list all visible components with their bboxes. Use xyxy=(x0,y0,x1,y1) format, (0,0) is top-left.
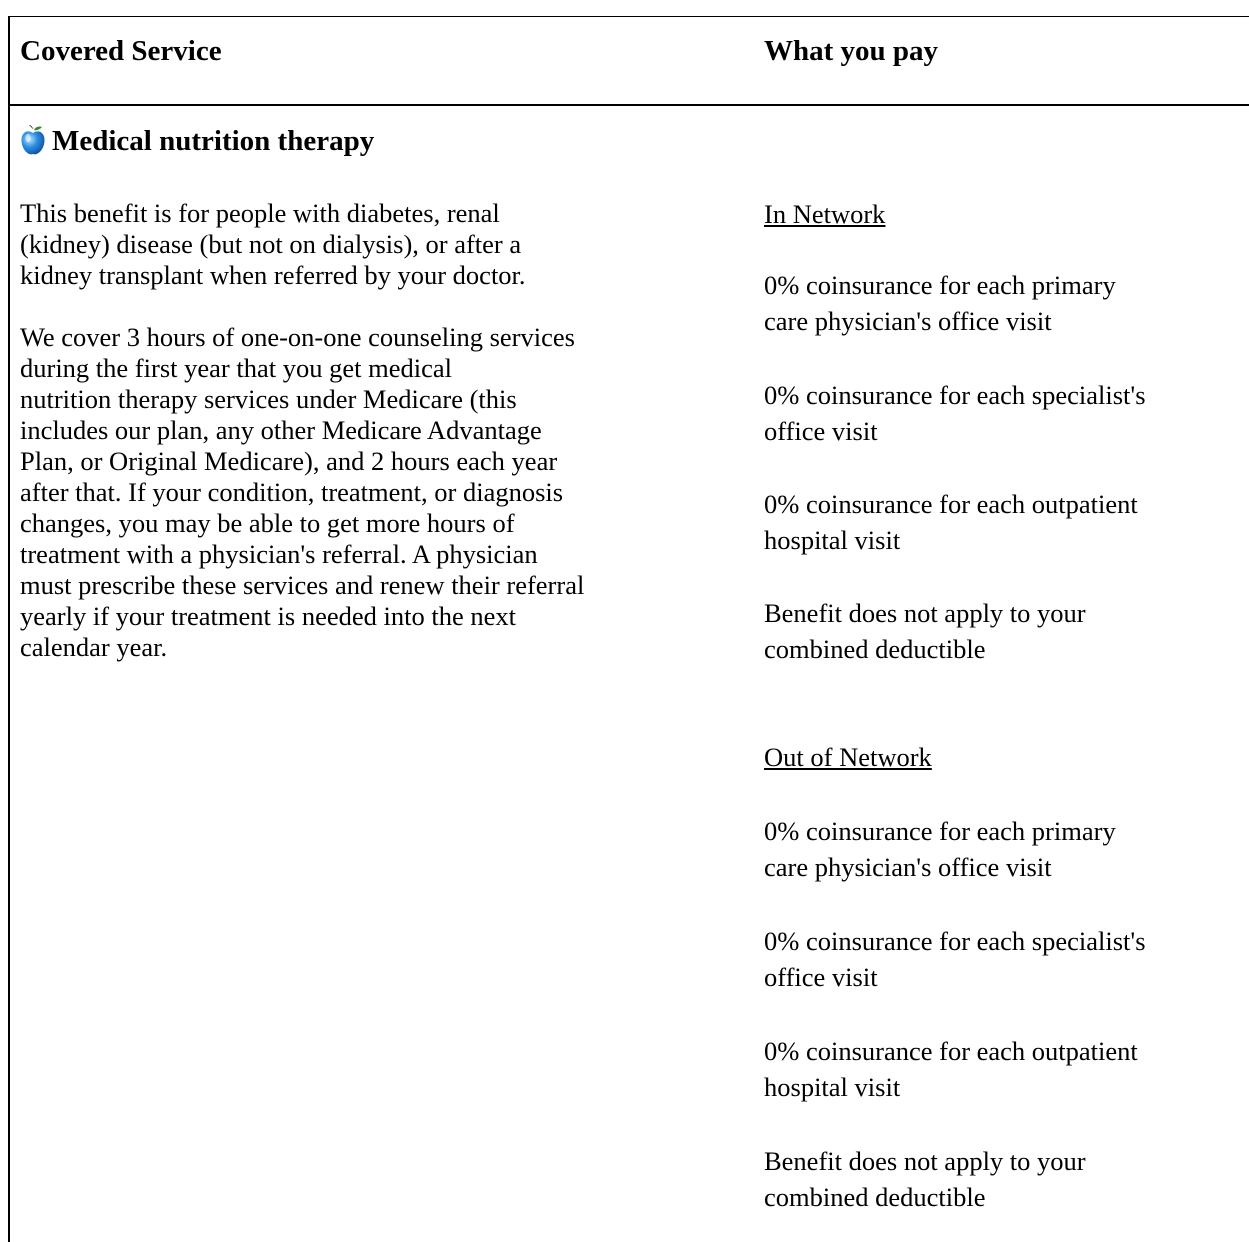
in-network-section: In Network 0% coinsurance for each prima… xyxy=(764,196,1244,664)
description-paragraph-1: This benefit is for people with diabetes… xyxy=(20,198,526,290)
out-of-network-section: Out of Network 0% coinsurance for each p… xyxy=(764,739,1244,1212)
header-divider xyxy=(8,104,1249,106)
service-description: This benefit is for people with diabetes… xyxy=(20,198,720,694)
out-of-network-item: 0% coinsurance for each primary care phy… xyxy=(764,816,1116,882)
in-network-item: 0% coinsurance for each specialist's off… xyxy=(764,380,1146,446)
covered-service-header: Covered Service xyxy=(20,35,222,67)
table-top-border xyxy=(8,16,1249,17)
in-network-item: 0% coinsurance for each primary care phy… xyxy=(764,270,1116,336)
service-title: Medical nutrition therapy xyxy=(20,124,374,158)
benefit-table: Covered Service What you pay Medical nut… xyxy=(0,0,1249,1242)
apple-icon xyxy=(20,125,46,157)
out-of-network-title: Out of Network xyxy=(764,742,932,772)
description-paragraph-2: We cover 3 hours of one-on-one counselin… xyxy=(20,322,585,662)
service-title-text: Medical nutrition therapy xyxy=(52,125,375,157)
in-network-title: In Network xyxy=(764,199,886,229)
what-you-pay-header: What you pay xyxy=(764,35,939,67)
out-of-network-item: Benefit does not apply to your combined … xyxy=(764,1146,1086,1212)
out-of-network-item: 0% coinsurance for each specialist's off… xyxy=(764,926,1146,992)
in-network-item: Benefit does not apply to your combined … xyxy=(764,598,1086,664)
out-of-network-item: 0% coinsurance for each outpatient hospi… xyxy=(764,1036,1138,1102)
in-network-item: 0% coinsurance for each outpatient hospi… xyxy=(764,489,1138,555)
table-left-border xyxy=(8,16,10,1242)
